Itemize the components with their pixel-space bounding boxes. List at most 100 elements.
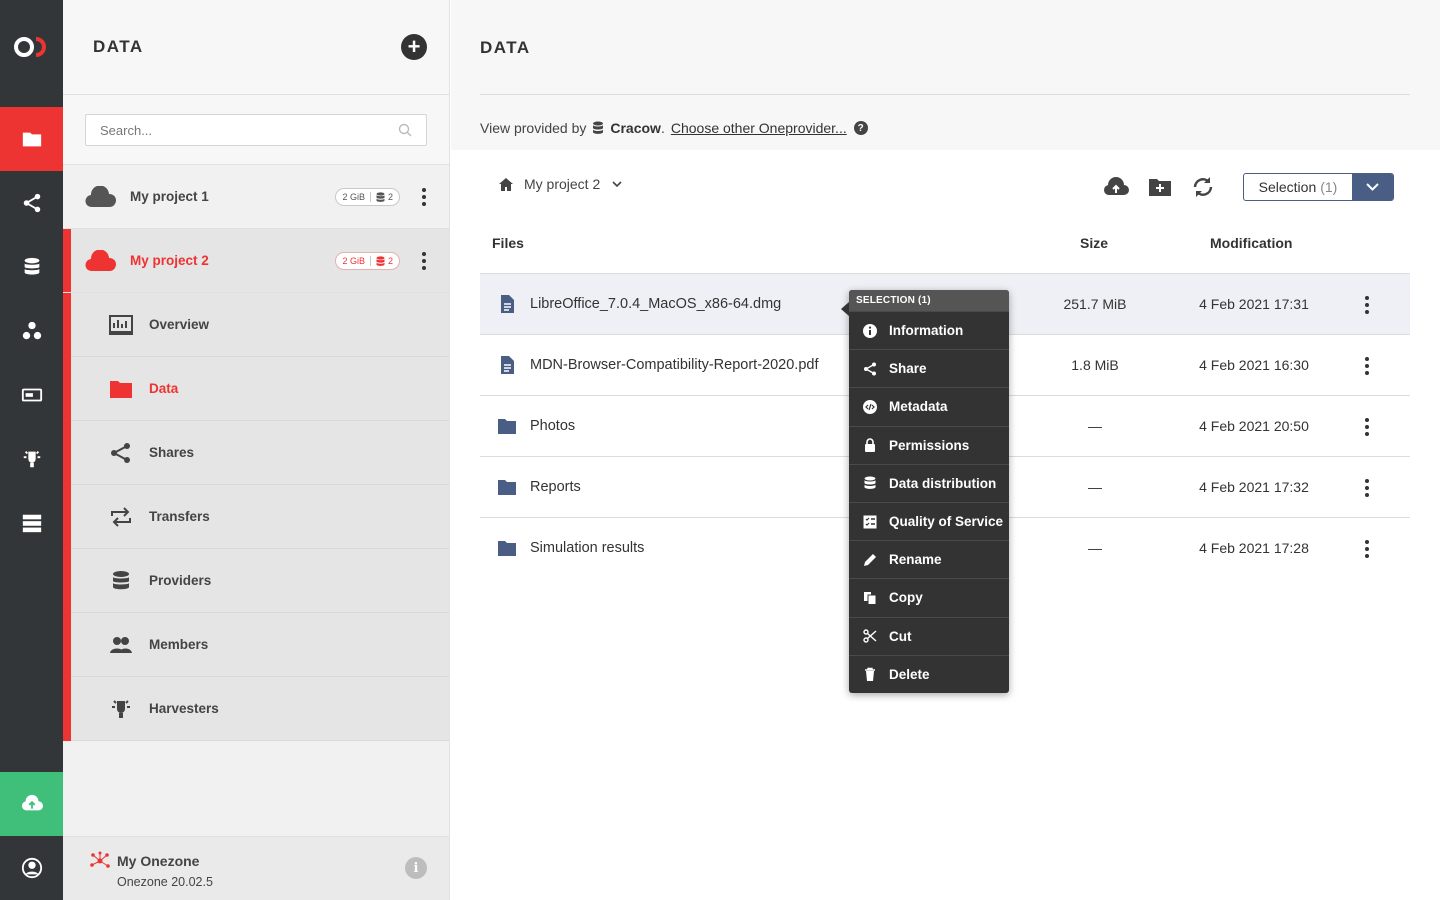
help-icon[interactable]: ?	[853, 121, 868, 135]
nav-user[interactable]	[0, 836, 63, 900]
menu-item-permissions[interactable]: Permissions	[849, 425, 1009, 464]
refresh-icon[interactable]	[1190, 176, 1216, 198]
onezone-name: My Onezone	[117, 853, 200, 869]
nav-providers[interactable]	[0, 235, 63, 299]
selection-label[interactable]: Selection (1)	[1244, 174, 1352, 200]
submenu-members[interactable]: Members	[71, 613, 449, 677]
folder-icon	[498, 541, 516, 556]
nav-groups[interactable]	[0, 299, 63, 363]
trash-icon	[865, 668, 875, 682]
submenu-shares[interactable]: Shares	[71, 421, 449, 485]
selection-count: (1)	[1320, 179, 1338, 195]
menu-item-label: Copy	[889, 590, 923, 606]
file-menu-button[interactable]	[1357, 537, 1377, 561]
submenu-label: Overview	[149, 317, 210, 332]
submenu-providers[interactable]: Providers	[71, 549, 449, 613]
space-providers-count: 2	[387, 191, 393, 202]
column-header-files[interactable]: Files	[492, 235, 524, 251]
pencil-icon	[864, 553, 876, 566]
sidebar-search	[63, 95, 449, 165]
search-input[interactable]	[86, 115, 426, 145]
choose-provider-link[interactable]: Choose other Oneprovider...	[671, 120, 847, 136]
menu-item-cut[interactable]: Cut	[849, 616, 1009, 655]
provider-prefix: View provided by	[480, 120, 587, 136]
nav-tokens[interactable]	[0, 363, 63, 427]
add-space-button[interactable]: +	[401, 34, 427, 60]
onedata-logo[interactable]	[13, 28, 51, 66]
breadcrumb[interactable]: My project 2	[498, 176, 622, 192]
sidebar-title: DATA	[93, 37, 144, 56]
info-icon[interactable]: i	[405, 857, 427, 879]
space-item-my-project-2[interactable]: My project 2 2 GiB 2	[63, 229, 449, 293]
space-menu-button[interactable]	[414, 185, 434, 209]
sidebar-header: DATA +	[63, 0, 449, 95]
overview-icon	[109, 314, 133, 335]
menu-item-data-distribution[interactable]: Data distribution	[849, 463, 1009, 502]
nav-clusters[interactable]	[0, 491, 63, 555]
plus-icon: +	[407, 34, 421, 59]
column-header-modification[interactable]: Modification	[1210, 235, 1292, 251]
file-name: Simulation results	[530, 540, 645, 556]
folder-icon	[498, 480, 516, 495]
chevron-down-icon	[612, 180, 622, 187]
submenu-label: Transfers	[149, 509, 210, 524]
spaces-sidebar: DATA + My project 1 2 GiB 2 My project 2…	[63, 0, 450, 900]
space-badge: 2 GiB 2	[335, 251, 400, 270]
file-icon	[501, 295, 514, 313]
file-modified: 4 Feb 2021 20:50	[1199, 418, 1309, 434]
chevron-down-icon	[1366, 183, 1379, 191]
selection-text: Selection	[1258, 179, 1317, 195]
new-folder-icon[interactable]	[1147, 176, 1173, 198]
copy-icon	[864, 591, 877, 605]
file-modified: 4 Feb 2021 17:28	[1199, 540, 1309, 556]
user-icon	[21, 857, 42, 879]
submenu-label: Harvesters	[149, 701, 219, 716]
submenu-label: Shares	[149, 445, 195, 460]
members-icon	[110, 636, 132, 653]
breadcrumb-current: My project 2	[524, 176, 601, 192]
file-icon	[501, 356, 514, 374]
submenu-harvesters[interactable]: Harvesters	[71, 677, 449, 741]
clusters-icon	[22, 514, 41, 533]
space-item-my-project-1[interactable]: My project 1 2 GiB 2	[63, 165, 449, 229]
upload-file-icon[interactable]	[1103, 176, 1129, 198]
metadata-icon	[863, 399, 877, 414]
menu-item-metadata[interactable]: Metadata	[849, 387, 1009, 425]
menu-item-share[interactable]: Share	[849, 349, 1009, 387]
onezone-link[interactable]: My Onezone	[89, 851, 427, 871]
menu-item-delete[interactable]: Delete	[849, 654, 1009, 693]
file-name: LibreOffice_7.0.4_MacOS_x86-64.dmg	[530, 296, 782, 312]
nav-harvesters[interactable]	[0, 427, 63, 491]
submenu-data[interactable]: Data	[71, 357, 449, 421]
share-icon	[111, 442, 130, 463]
menu-item-copy[interactable]: Copy	[849, 578, 1009, 616]
selection-dropdown[interactable]: Selection (1)	[1243, 173, 1394, 201]
harvester-icon	[112, 699, 130, 718]
database-icon	[376, 255, 385, 266]
file-modified: 4 Feb 2021 17:32	[1199, 479, 1309, 495]
nav-uploads[interactable]	[0, 772, 63, 836]
nav-data[interactable]	[0, 107, 63, 171]
search-icon	[398, 123, 412, 137]
file-menu-button[interactable]	[1357, 476, 1377, 500]
submenu-overview[interactable]: Overview	[71, 293, 449, 357]
submenu-transfers[interactable]: Transfers	[71, 485, 449, 549]
menu-item-information[interactable]: Information	[849, 311, 1009, 349]
file-menu-button[interactable]	[1357, 415, 1377, 439]
file-menu-button[interactable]	[1357, 354, 1377, 378]
space-menu-button[interactable]	[414, 249, 434, 273]
column-header-size[interactable]: Size	[1080, 235, 1108, 251]
menu-item-rename[interactable]: Rename	[849, 540, 1009, 578]
menu-item-label: Delete	[889, 666, 930, 682]
menu-item-quality-of-service[interactable]: Quality of Service	[849, 501, 1009, 540]
database-icon	[24, 257, 39, 275]
selection-toggle[interactable]	[1352, 174, 1393, 200]
nav-shares[interactable]	[0, 171, 63, 235]
menu-item-label: Share	[889, 361, 927, 377]
menu-item-label: Cut	[889, 628, 912, 644]
database-icon	[376, 191, 385, 202]
scissors-icon	[863, 629, 877, 643]
file-menu-button[interactable]	[1357, 293, 1377, 317]
submenu-label: Providers	[149, 573, 212, 588]
space-size: 2 GiB	[342, 255, 365, 266]
